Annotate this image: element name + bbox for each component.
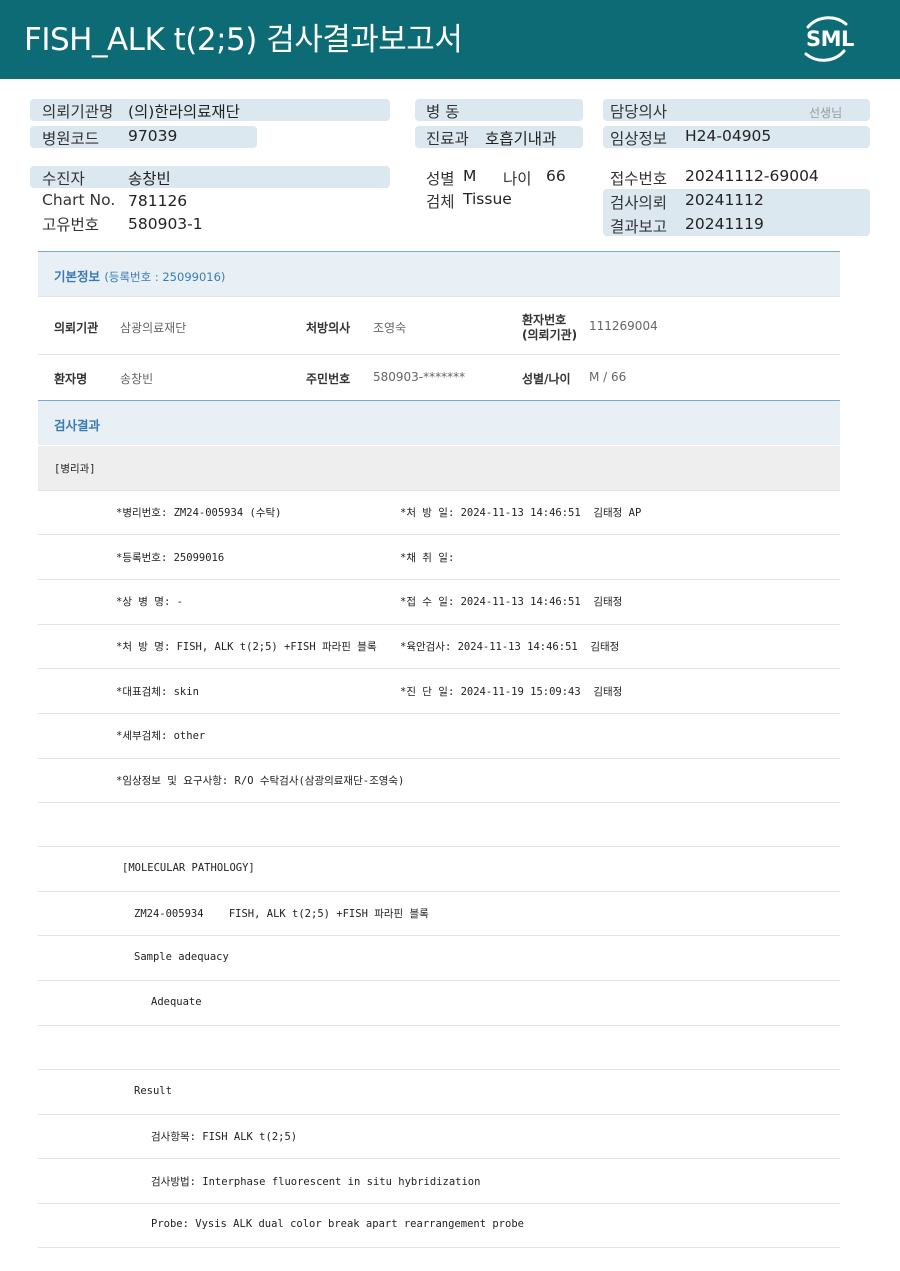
row-divider xyxy=(38,1114,840,1115)
hospital-code-value: 97039 xyxy=(128,127,178,145)
results-header xyxy=(38,401,840,445)
institution-label: 의뢰기관명 xyxy=(42,103,114,121)
row-divider xyxy=(38,668,840,669)
row-divider xyxy=(38,1158,840,1159)
report-date-label: 결과보고 xyxy=(610,218,668,236)
mol-line: Result xyxy=(134,1085,172,1097)
chart-no-label: Chart No. xyxy=(42,191,116,209)
institution-value: (의)한라의료재단 xyxy=(128,103,240,121)
row-divider xyxy=(38,846,840,847)
patient-no-key-sub: (의뢰기관) xyxy=(522,328,578,342)
unique-no-value: 580903-1 xyxy=(128,215,203,233)
result-line-right: *채 취 일: xyxy=(400,552,455,564)
patient-name-val: 송창빈 xyxy=(120,372,154,386)
row-divider xyxy=(38,1203,840,1204)
doctor-label: 담당의사 xyxy=(610,103,668,121)
mol-line: 검사항목: FISH ALK t(2;5) xyxy=(151,1131,298,1143)
specimen-value: Tissue xyxy=(463,190,512,208)
row-divider xyxy=(38,713,840,714)
row-divider xyxy=(38,980,840,981)
request-label: 검사의뢰 xyxy=(610,194,668,212)
molecular-header: [MOLECULAR PATHOLOGY] xyxy=(122,862,255,874)
result-line-right: *육안검사: 2024-11-13 14:46:51 김태정 xyxy=(400,641,620,653)
specimen-label: 검체 xyxy=(426,193,455,211)
mol-line: Probe: Vysis ALK dual color break apart … xyxy=(151,1218,524,1230)
clinical-value: H24-04905 xyxy=(685,127,772,145)
basic-info-title-text: 기본정보 xyxy=(54,269,101,284)
prescriber-val: 조영숙 xyxy=(373,321,407,335)
row-divider xyxy=(38,891,840,892)
result-line-right: *진 단 일: 2024-11-19 15:09:43 김태정 xyxy=(400,686,623,698)
patient-value: 송창빈 xyxy=(128,170,171,188)
result-line: *처 방 명: FISH, ALK t(2;5) +FISH 파라핀 블록 xyxy=(116,641,377,653)
report-header: FISH_ALK t(2;5) 검사결과보고서 SML xyxy=(0,0,900,79)
institution-key: 의뢰기관 xyxy=(54,321,99,335)
row-divider xyxy=(38,1069,840,1070)
patient-no-val: 111269004 xyxy=(589,319,658,333)
result-line: *세부검체: other xyxy=(116,730,206,742)
row-divider xyxy=(38,579,840,580)
result-line: *병리번호: ZM24-005934 (수탁) xyxy=(116,507,282,519)
ward-label: 병 동 xyxy=(426,103,460,121)
hospital-code-label: 병원코드 xyxy=(42,130,100,148)
sex-label: 성별 xyxy=(426,170,455,188)
unique-no-label: 고유번호 xyxy=(42,216,100,234)
result-line: *등록번호: 25099016 xyxy=(116,552,225,564)
row-divider xyxy=(38,1025,840,1026)
receipt-value: 20241112-69004 xyxy=(685,167,819,185)
row-divider xyxy=(38,490,840,491)
doctor-suffix: 선생님 xyxy=(809,106,843,120)
row-divider xyxy=(38,758,840,759)
sex-age-key: 성별/나이 xyxy=(522,372,571,386)
patient-label: 수진자 xyxy=(42,170,85,188)
row-divider xyxy=(38,534,840,535)
department-band xyxy=(38,446,840,490)
sex-age-val: M / 66 xyxy=(589,370,627,384)
chart-no-value: 781126 xyxy=(128,192,188,210)
prescriber-key: 처방의사 xyxy=(306,321,351,335)
logo-text: SML xyxy=(806,27,854,51)
rrn-val: 580903-******* xyxy=(373,370,466,384)
mol-line: ZM24-005934 FISH, ALK t(2;5) +FISH 파라핀 블… xyxy=(134,908,429,920)
row-divider xyxy=(38,802,840,803)
result-line: *임상정보 및 요구사항: R/O 수탁검사(삼광의료재단-조영숙) xyxy=(116,775,405,787)
row-divider xyxy=(38,1247,840,1248)
report-title: FISH_ALK t(2;5) 검사결과보고서 xyxy=(24,22,463,58)
results-title: 검사결과 xyxy=(54,418,101,433)
patient-name-key: 환자명 xyxy=(54,372,88,386)
row-divider xyxy=(38,935,840,936)
row-divider xyxy=(38,624,840,625)
row-divider xyxy=(38,296,840,297)
mol-line: 검사방법: Interphase fluorescent in situ hyb… xyxy=(151,1176,481,1188)
request-value: 20241112 xyxy=(685,191,764,209)
result-line-right: *접 수 일: 2024-11-13 14:46:51 김태정 xyxy=(400,596,623,608)
age-label: 나이 xyxy=(503,170,532,188)
rrn-key: 주민번호 xyxy=(306,372,351,386)
result-line-right: *처 방 일: 2024-11-13 14:46:51 김태정 AP xyxy=(400,507,642,519)
department-label: 진료과 xyxy=(426,130,469,148)
institution-val: 삼광의료재단 xyxy=(120,321,187,335)
basic-info-title: 기본정보 (등록번호 : 25099016) xyxy=(54,266,225,285)
department-value: 호흡기내과 xyxy=(485,130,557,148)
mol-line: Sample adequacy xyxy=(134,951,229,963)
sex-value: M xyxy=(463,167,477,185)
row-divider xyxy=(38,354,840,355)
result-line: *상 병 명: - xyxy=(116,596,183,608)
report-date-value: 20241119 xyxy=(685,215,764,233)
registration-number: (등록번호 : 25099016) xyxy=(104,270,226,284)
age-value: 66 xyxy=(546,167,566,185)
clinical-label: 임상정보 xyxy=(610,130,668,148)
mol-line: Adequate xyxy=(151,996,202,1008)
result-line: *대표검체: skin xyxy=(116,686,199,698)
receipt-label: 접수번호 xyxy=(610,170,668,188)
department-tag: [병리과] xyxy=(54,463,96,475)
